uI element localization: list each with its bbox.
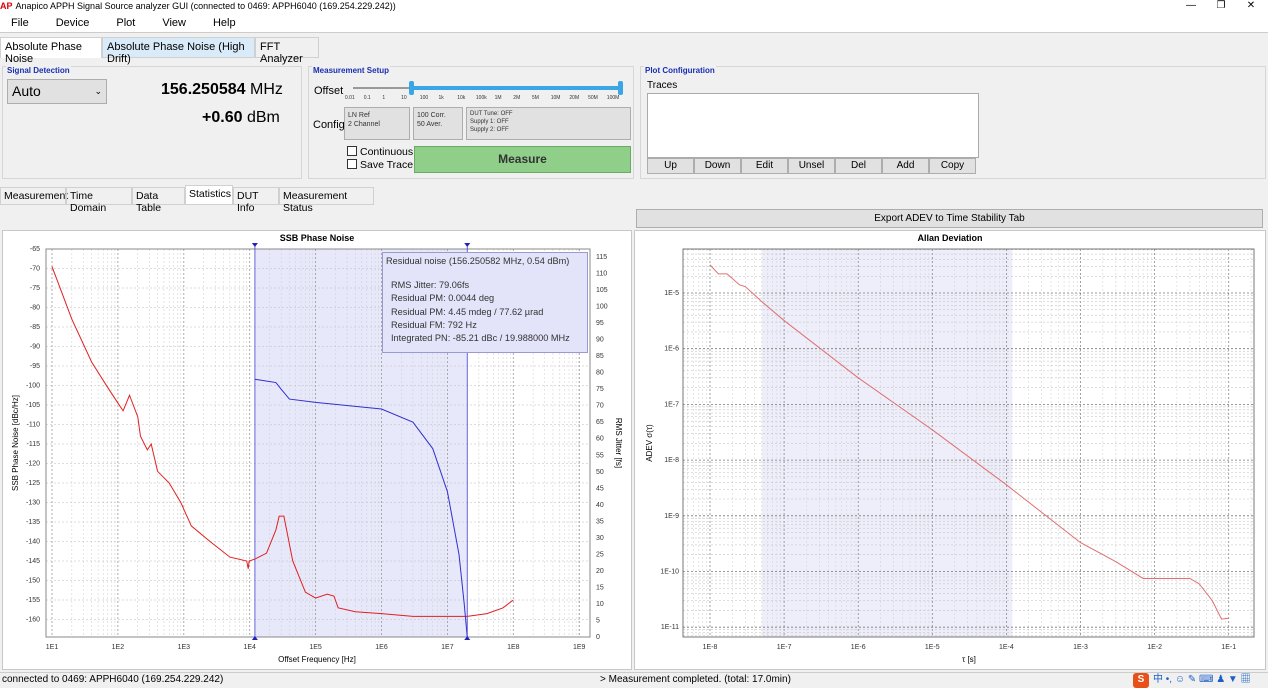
y-tick-label: -95 [30, 363, 40, 370]
y2-axis-label: RMS Jitter [fs] [614, 418, 623, 468]
y2-tick-label: 70 [596, 403, 604, 410]
annotation-line: Residual FM: 792 Hz [391, 319, 477, 330]
y2-tick-label: 40 [596, 502, 604, 509]
x-tick-label: 1E-3 [1073, 644, 1088, 651]
highlight-band [761, 249, 1013, 637]
y-tick-label: -100 [26, 383, 40, 390]
y-tick-label: -145 [26, 558, 40, 565]
y2-tick-label: 75 [596, 386, 604, 393]
y-tick-label: -120 [26, 461, 40, 468]
x-tick-label: 1E6 [375, 644, 388, 651]
y2-tick-label: 115 [596, 254, 607, 261]
y-tick-label: -110 [27, 422, 41, 429]
residual-noise-annotation: Residual noise (156.250582 MHz, 0.54 dBm… [382, 252, 588, 353]
y-tick-label: -160 [26, 617, 40, 624]
y2-tick-label: 55 [596, 452, 604, 459]
y-tick-label: -140 [26, 539, 40, 546]
x-tick-label: 1E-5 [925, 644, 940, 651]
y-tick-label: -130 [26, 500, 40, 507]
y2-tick-label: 20 [596, 568, 604, 575]
y2-tick-label: 15 [596, 584, 604, 591]
annotation-line: Residual PM: 0.0044 deg [391, 293, 495, 304]
ime-tray-icons[interactable]: 中 •, ☺ ✎ ⌨ ♟ ▼ ▦ [1153, 673, 1251, 687]
y2-tick-label: 60 [596, 436, 604, 443]
y-tick-label: -75 [30, 285, 40, 292]
y-tick-label: 1E-8 [664, 457, 679, 464]
x-axis-label: Offset Frequency [Hz] [278, 655, 356, 664]
x-tick-label: 1E5 [309, 644, 322, 651]
y2-tick-label: 105 [596, 287, 608, 294]
y-tick-label: 1E-5 [664, 290, 679, 297]
x-tick-label: 1E7 [441, 644, 454, 651]
x-tick-label: 1E-7 [777, 644, 792, 651]
y-tick-label: 1E-11 [661, 624, 679, 631]
y-axis-label: SSB Phase Noise [dBc/Hz] [11, 395, 20, 491]
y2-tick-label: 10 [596, 601, 604, 608]
y-tick-label: -105 [26, 402, 40, 409]
annotation-line: Integrated PN: -85.21 dBc / 19.988000 MH… [391, 333, 570, 344]
chart-title: Allan Deviation [917, 233, 982, 243]
y-tick-label: 1E-7 [664, 401, 679, 408]
y-tick-label: -155 [26, 597, 40, 604]
y2-tick-label: 30 [596, 535, 604, 542]
y-tick-label: -85 [30, 324, 40, 331]
x-tick-label: 1E-2 [1147, 644, 1162, 651]
marker-handle-icon [251, 243, 258, 247]
ime-logo-icon[interactable]: S [1133, 673, 1149, 688]
x-tick-label: 1E2 [112, 644, 125, 651]
x-axis-label: τ [s] [962, 655, 976, 664]
annotation-header: Residual noise (156.250582 MHz, 0.54 dBm… [386, 256, 570, 266]
y-tick-label: -70 [30, 266, 40, 273]
status-bar: connected to 0469: APPH6040 (169.254.229… [0, 672, 1268, 688]
annotation-line: RMS Jitter: 79.06fs [391, 280, 470, 290]
y-tick-label: -115 [27, 441, 41, 448]
y2-tick-label: 80 [596, 370, 604, 377]
y-tick-label: -90 [30, 344, 40, 351]
y-tick-label: 1E-6 [664, 346, 679, 353]
y-tick-label: -125 [26, 480, 40, 487]
ssb-phase-noise-chart[interactable]: -65 -70 -75 -80 -85 -90 -95 -100 -105 -110 -115 -12… [0, 0, 1268, 687]
marker-handle-icon [464, 243, 471, 247]
y2-tick-label: 95 [596, 320, 604, 327]
status-message: > Measurement completed. (total: 17.0min… [600, 674, 791, 685]
y2-tick-label: 45 [596, 485, 604, 492]
y-tick-label: 1E-10 [660, 569, 679, 576]
y2-tick-label: 90 [596, 337, 604, 344]
x-tick-label: 1E-8 [703, 644, 718, 651]
y-tick-label: -135 [26, 519, 40, 526]
x-tick-label: 1E-1 [1221, 644, 1236, 651]
y2-tick-label: 110 [596, 271, 607, 278]
x-tick-label: 1E8 [507, 644, 520, 651]
x-tick-label: 1E3 [178, 644, 191, 651]
y2-tick-label: 0 [596, 634, 600, 641]
y2-tick-label: 5 [596, 617, 600, 624]
status-connection: connected to 0469: APPH6040 (169.254.229… [2, 674, 224, 685]
y2-tick-label: 50 [596, 469, 604, 476]
y2-tick-label: 25 [596, 551, 604, 558]
y2-tick-label: 65 [596, 419, 604, 426]
y2-tick-label: 35 [596, 518, 604, 525]
y2-tick-label: 100 [596, 304, 608, 311]
chart-title: SSB Phase Noise [280, 233, 355, 243]
x-tick-label: 1E-4 [999, 644, 1014, 651]
y-tick-label: -65 [30, 246, 40, 253]
y-axis-label: ADEV σ(τ) [645, 424, 654, 462]
x-tick-label: 1E1 [46, 644, 59, 651]
y-tick-label: 1E-9 [664, 513, 679, 520]
y2-tick-label: 85 [596, 353, 604, 360]
x-tick-label: 1E4 [243, 644, 256, 651]
x-tick-label: 1E-6 [851, 644, 866, 651]
y-tick-label: -80 [30, 305, 40, 312]
x-tick-label: 1E9 [573, 644, 586, 651]
y-tick-label: -150 [26, 578, 40, 585]
annotation-line: Residual PM: 4.45 mdeg / 77.62 µrad [391, 306, 544, 317]
